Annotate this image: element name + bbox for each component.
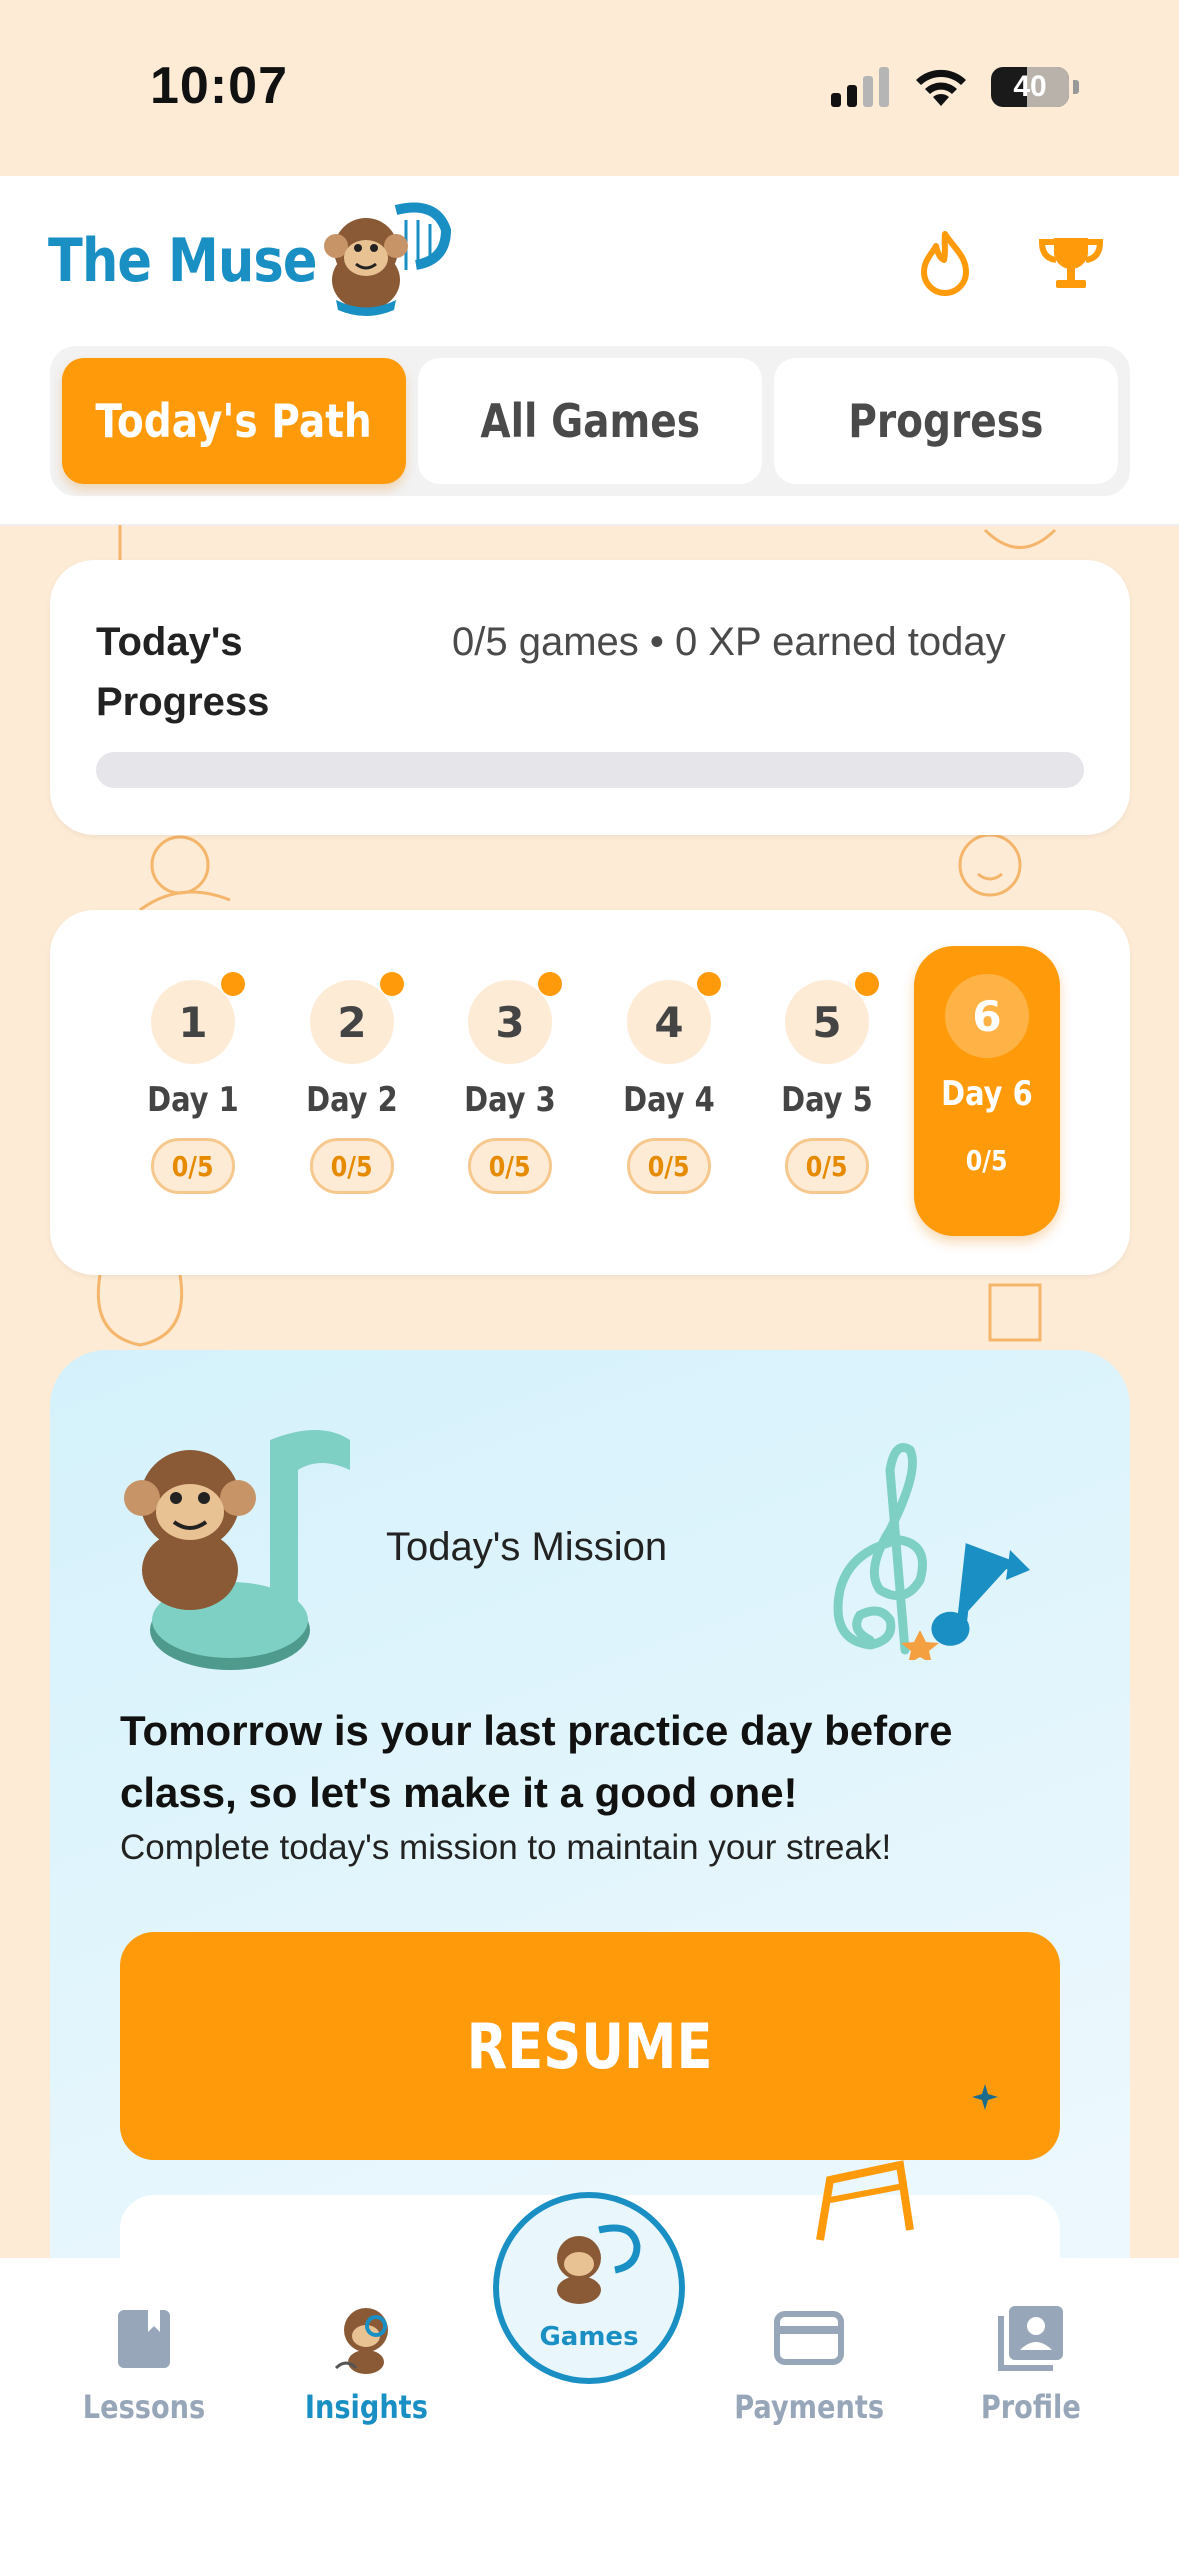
- day-number: 2: [310, 972, 404, 1064]
- treble-clef-icon: [833, 1443, 1030, 1660]
- day-item-selected[interactable]: 6 Day 6 0/5: [914, 946, 1060, 1236]
- fire-icon[interactable]: [910, 228, 980, 298]
- resume-label: RESUME: [467, 2009, 713, 2083]
- doodle-face-icon: [983, 528, 1057, 549]
- todays-progress-card: Today's Progress 0/5 games • 0 XP earned…: [50, 560, 1130, 835]
- day-label: Day 2: [306, 1080, 398, 1120]
- battery-level: 40: [1013, 70, 1047, 103]
- day-item[interactable]: 2 Day 2 0/5: [279, 940, 425, 1240]
- day-number: 5: [785, 972, 879, 1064]
- progress-title: Today's Progress: [96, 620, 270, 724]
- doodle-character-icon: [958, 833, 1022, 897]
- progress-bar: [96, 752, 1084, 788]
- tab-label: Progress: [848, 394, 1044, 448]
- day-label: Day 5: [781, 1080, 873, 1120]
- tab-label: All Games: [480, 394, 700, 448]
- monkey-harp-icon: [557, 2224, 641, 2304]
- monkey-harp-logo-icon: [324, 202, 452, 316]
- book-icon: [118, 2310, 170, 2368]
- tab-label: Today's Path: [95, 394, 373, 448]
- day-label: Day 3: [464, 1080, 556, 1120]
- nav-label: Lessons: [82, 2388, 206, 2426]
- nav-games-button[interactable]: Games: [493, 2192, 685, 2384]
- notification-dot: [855, 972, 879, 996]
- battery-cap: [1073, 80, 1079, 94]
- orange-music-note-icon: [816, 2160, 914, 2241]
- profile-icon: [998, 2306, 1063, 2371]
- app-title: The Muse: [48, 226, 318, 296]
- doodle-character-icon: [96, 1275, 184, 1347]
- day-selector-card: 1 Day 1 0/5 2 Day 2 0/5 3 Day 3 0/5 4 Da…: [50, 910, 1130, 1275]
- nav-label: Payments: [734, 2388, 884, 2426]
- nav-label: Profile: [981, 2388, 1081, 2426]
- day-label: Day 4: [623, 1080, 715, 1120]
- day-item[interactable]: 3 Day 3 0/5: [437, 940, 583, 1240]
- tab-todays-path[interactable]: Today's Path: [62, 358, 406, 484]
- tab-progress[interactable]: Progress: [774, 358, 1118, 484]
- notification-dot: [221, 972, 245, 996]
- day-item[interactable]: 5 Day 5 0/5: [754, 940, 900, 1240]
- day-score-badge: 0/5: [966, 1143, 1008, 1177]
- nav-payments[interactable]: Payments: [719, 2298, 899, 2426]
- monkey-music-note-icon: [124, 1430, 350, 1670]
- notification-dot: [380, 972, 404, 996]
- mission-subtitle: Complete today's mission to maintain you…: [120, 1828, 892, 1867]
- nav-profile[interactable]: Profile: [941, 2298, 1121, 2426]
- day-number: 6: [945, 974, 1029, 1058]
- day-score-badge: 0/5: [627, 1138, 711, 1194]
- day-score-badge: 0/5: [785, 1138, 869, 1194]
- status-bar: 10:07 40: [0, 0, 1179, 176]
- day-label: Day 6: [941, 1074, 1033, 1114]
- nav-insights[interactable]: Insights: [276, 2298, 456, 2426]
- battery-icon: 40: [991, 67, 1069, 107]
- day-item[interactable]: 1 Day 1 0/5: [120, 940, 266, 1240]
- tab-all-games[interactable]: All Games: [418, 358, 762, 484]
- mission-title: Today's Mission: [386, 1525, 668, 1569]
- notification-dot: [538, 972, 562, 996]
- doodle-character-icon: [139, 835, 231, 910]
- progress-stats: 0/5 games • 0 XP earned today: [452, 620, 1006, 664]
- doodle-character-icon: [988, 1283, 1042, 1342]
- day-label: Day 1: [147, 1080, 239, 1120]
- status-icons: 40: [831, 66, 1079, 108]
- app-header: The Muse Today's Path All Games Progress: [0, 176, 1179, 526]
- nav-label: Insights: [304, 2388, 428, 2426]
- trophy-icon[interactable]: [1036, 228, 1106, 298]
- tab-bar: Today's Path All Games Progress: [50, 346, 1130, 496]
- day-number: 1: [151, 972, 245, 1064]
- day-score-badge: 0/5: [310, 1138, 394, 1194]
- day-score-badge: 0/5: [468, 1138, 552, 1194]
- mission-headline: Tomorrow is your last practice day befor…: [120, 1707, 953, 1816]
- nav-label: Games: [539, 2322, 639, 2352]
- monkey-detective-icon: [334, 2308, 388, 2374]
- sparkle-icon: [972, 2084, 998, 2110]
- resume-button[interactable]: RESUME: [120, 1932, 1060, 2160]
- wifi-icon: [916, 69, 966, 106]
- day-number: 3: [468, 972, 562, 1064]
- notification-dot: [697, 972, 721, 996]
- nav-lessons[interactable]: Lessons: [54, 2298, 234, 2426]
- credit-card-icon: [774, 2311, 844, 2365]
- signal-icon: [831, 67, 889, 107]
- status-time: 10:07: [150, 57, 288, 115]
- day-score-badge: 0/5: [151, 1138, 235, 1194]
- day-number: 4: [627, 972, 721, 1064]
- day-item[interactable]: 4 Day 4 0/5: [596, 940, 742, 1240]
